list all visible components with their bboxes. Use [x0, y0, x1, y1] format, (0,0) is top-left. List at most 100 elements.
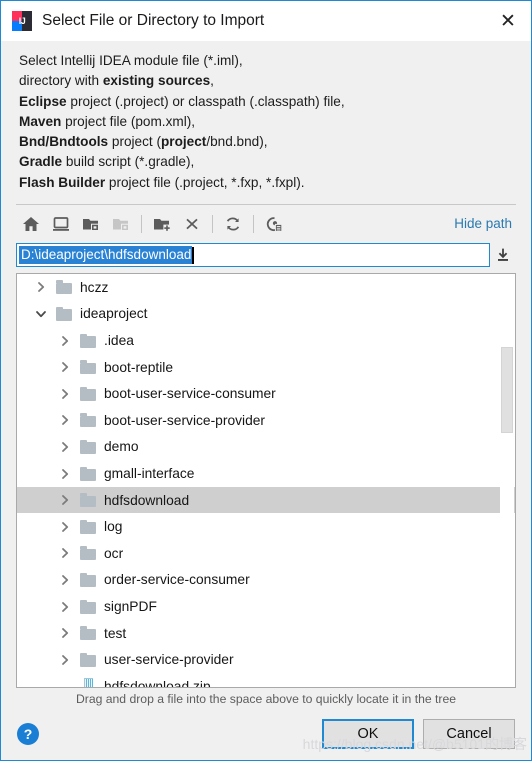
description-emphasis: existing sources [102, 73, 211, 89]
tree-row[interactable]: test [17, 620, 515, 647]
dialog-footer: ? OK Cancel https://blog.csdn.net/@b5101… [1, 712, 531, 760]
tree-row[interactable]: log [17, 513, 515, 540]
chevron-right-icon[interactable] [57, 654, 72, 666]
folder-icon [80, 546, 97, 561]
tree-row-label: hczz [80, 279, 109, 295]
tree-scrollbar[interactable] [500, 275, 514, 686]
tree-row[interactable]: boot-user-service-provider [17, 407, 515, 434]
tree-row-label: ideaproject [80, 306, 148, 322]
folder-icon [56, 280, 73, 295]
description-text: project file (.project, *.fxp, *.fxpl). [105, 174, 305, 190]
tree-row[interactable]: boot-reptile [17, 354, 515, 381]
folder-icon [80, 519, 97, 534]
chevron-right-icon[interactable] [57, 335, 72, 347]
toolbar-separator [253, 214, 254, 233]
tree-row-label: boot-user-service-consumer [104, 386, 276, 402]
tree-row[interactable]: gmall-interface [17, 460, 515, 487]
directory-tree[interactable]: hczz ideaproject .idea boot-reptile boot-use… [16, 273, 516, 688]
description-emphasis: project [161, 134, 207, 150]
description-emphasis: Flash Builder [19, 174, 106, 190]
chevron-right-icon[interactable] [57, 494, 72, 506]
folder-icon [80, 493, 97, 508]
chevron-right-icon[interactable] [57, 441, 72, 453]
folder-icon [80, 599, 97, 614]
new-folder-icon[interactable] [147, 210, 177, 238]
folder-icon [80, 466, 97, 481]
tree-row[interactable]: ocr [17, 540, 515, 567]
tree-row[interactable]: demo [17, 434, 515, 461]
chevron-right-icon[interactable] [57, 547, 72, 559]
description-emphasis: Maven [19, 113, 62, 129]
tree-rows: hczz ideaproject .idea boot-reptile boot-use… [17, 274, 515, 687]
chevron-right-icon[interactable] [57, 627, 72, 639]
tree-row-label: order-service-consumer [104, 572, 250, 588]
tree-row[interactable]: hdfsdownload.zip [17, 673, 515, 687]
description-line-1: Select Intellij IDEA module file (*.iml)… [19, 51, 531, 71]
chevron-right-icon[interactable] [57, 574, 72, 586]
refresh-icon[interactable] [218, 210, 248, 238]
description-text: build script (*.gradle), [62, 154, 195, 170]
intellij-idea-icon: IJ [12, 11, 32, 31]
chevron-right-icon[interactable] [57, 361, 72, 373]
description-text: , [210, 73, 214, 89]
toolbar: Hide path [16, 204, 516, 242]
import-file-dialog: IJ Select File or Directory to Import ✕ … [0, 0, 532, 761]
tree-scrollbar-thumb[interactable] [501, 347, 513, 434]
folder-icon [56, 306, 73, 321]
description-emphasis: Bnd/Bndtools [19, 134, 109, 150]
chevron-right-icon[interactable] [33, 281, 48, 293]
tree-row-label: signPDF [104, 599, 157, 614]
project-folder-icon[interactable] [76, 210, 106, 238]
folder-icon [80, 413, 97, 428]
tree-row[interactable]: hczz [17, 274, 515, 301]
ok-button[interactable]: OK [322, 719, 414, 749]
close-icon[interactable]: ✕ [485, 1, 531, 41]
tree-row-label: demo [104, 439, 139, 455]
chevron-right-icon[interactable] [57, 414, 72, 426]
description-line-2: directory with existing sources, [19, 71, 531, 91]
zip-file-icon [80, 678, 97, 687]
desktop-icon[interactable] [46, 210, 76, 238]
folder-icon [80, 360, 97, 375]
tree-row-label: boot-reptile [104, 359, 174, 375]
description-text: project file (pom.xml), [61, 113, 196, 129]
description-text: Select Intellij IDEA module file (*.iml)… [19, 53, 243, 68]
description-line-7: Flash Builder project file (.project, *.… [19, 173, 531, 193]
hide-path-link[interactable]: Hide path [454, 216, 516, 231]
delete-icon[interactable] [177, 210, 207, 238]
tree-row[interactable]: signPDF [17, 593, 515, 620]
tree-row-label: log [104, 519, 123, 535]
description-text: project ( [108, 134, 161, 150]
help-icon[interactable]: ? [17, 723, 39, 745]
toolbar-separator [212, 214, 213, 233]
description-line-4: Maven project file (pom.xml), [19, 112, 531, 132]
dialog-description: Select Intellij IDEA module file (*.iml)… [1, 41, 531, 199]
chevron-right-icon[interactable] [57, 468, 72, 480]
path-input[interactable]: D:\ideaproject\hdfsdownload [16, 243, 490, 268]
home-icon[interactable] [16, 210, 46, 238]
chevron-right-icon[interactable] [57, 388, 72, 400]
description-emphasis: Eclipse [19, 93, 67, 109]
tree-row[interactable]: hdfsdownload [17, 486, 515, 514]
tree-row-label: test [104, 625, 127, 641]
app-icon-text: IJ [18, 16, 26, 26]
tree-row[interactable]: boot-user-service-consumer [17, 380, 515, 407]
tree-row-label: user-service-provider [104, 652, 234, 668]
cancel-button[interactable]: Cancel [423, 719, 515, 749]
tree-row[interactable]: order-service-consumer [17, 567, 515, 594]
text-caret [192, 246, 195, 264]
module-folder-icon [106, 210, 136, 238]
tree-row-label: hdfsdownload [104, 492, 190, 508]
chevron-right-icon[interactable] [57, 601, 72, 613]
tree-row[interactable]: ideaproject [17, 301, 515, 328]
folder-icon [80, 652, 97, 667]
chevron-down-icon[interactable] [33, 309, 48, 319]
show-hidden-icon[interactable] [259, 210, 289, 238]
description-text: /bnd.bnd), [206, 134, 268, 150]
chevron-right-icon[interactable] [57, 521, 72, 533]
tree-row-label: ocr [104, 545, 124, 561]
tree-row[interactable]: .idea [17, 327, 515, 354]
tree-row[interactable]: user-service-provider [17, 646, 515, 673]
download-history-icon[interactable] [490, 243, 516, 267]
description-line-5: Bnd/Bndtools project (project/bnd.bnd), [19, 132, 531, 152]
